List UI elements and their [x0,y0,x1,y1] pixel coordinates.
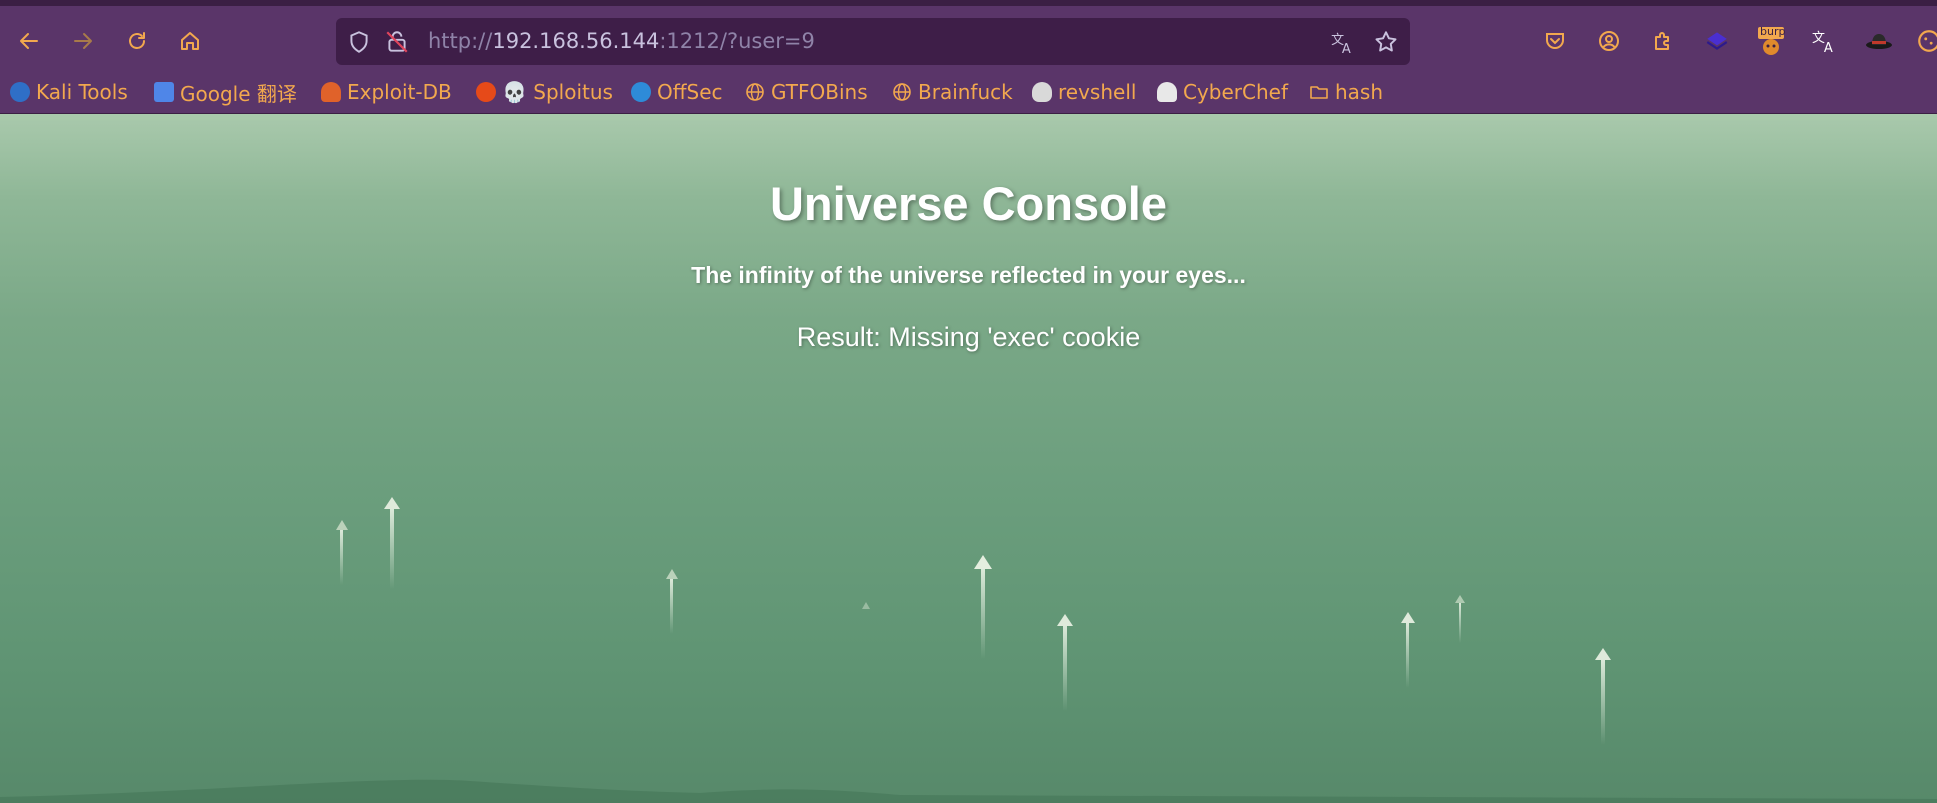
globe-icon [746,83,764,101]
bookmark-gtfobins[interactable]: GTFOBins [745,78,868,106]
burp-badge-text: burp [1760,25,1786,38]
hills-silhouette [0,779,1937,803]
particle [384,497,400,589]
offsec-icon [631,82,651,102]
cookie-extension-button[interactable] [1914,26,1937,56]
bookmark-google-translate[interactable]: Google 翻译 [154,78,297,106]
folder-icon [1310,86,1328,99]
skull-icon [1032,82,1052,102]
page-subtitle: The infinity of the universe reflected i… [691,262,1246,288]
bookmark-label: GTFOBins [771,80,868,104]
cookie-icon [1918,30,1937,52]
google-translate-icon [154,82,174,102]
bookmark-kali-tools[interactable]: Kali Tools [10,78,128,106]
hat-extension-button[interactable] [1864,26,1894,56]
arrow-right-icon [74,33,92,49]
particle [1455,595,1465,643]
bookmarks-toolbar: Kali Tools Google 翻译 Exploit-DB 💀 Sploit… [0,71,1937,114]
account-button[interactable] [1594,26,1624,56]
bookmark-brainfuck[interactable]: Brainfuck [892,78,1013,106]
url-text[interactable]: http://192.168.56.144:1212/?user=9 [428,29,815,53]
bookmark-label: Kali Tools [36,80,128,104]
wappalyzer-extension-button[interactable] [1702,26,1732,56]
url-prefix: http:// [428,29,493,53]
bookmark-cyberchef[interactable]: CyberChef [1157,78,1288,106]
arrow-left-icon [20,33,38,49]
insecure-lock-icon[interactable] [384,29,410,55]
puzzle-icon [1655,32,1669,50]
home-button[interactable] [171,22,209,60]
particle [666,569,678,634]
svg-text:A: A [1342,42,1351,55]
kali-icon [10,82,30,102]
page-content: Universe Console The infinity of the uni… [0,114,1937,803]
bookmark-label: Google 翻译 [180,81,297,106]
back-button[interactable] [10,22,48,60]
particle [862,602,870,609]
exploit-db-icon [321,82,341,102]
page-title: Universe Console [769,177,1168,230]
account-icon [1599,31,1619,51]
forward-button[interactable] [64,22,102,60]
skull-icon [476,82,496,102]
burp-extension-button[interactable]: burp [1756,25,1786,56]
bookmark-label: Brainfuck [918,80,1013,104]
particle [1401,612,1415,688]
home-icon [181,32,199,50]
bookmark-label: hash [1335,80,1384,104]
hat-icon [1866,34,1892,49]
translate-extension-icon: 文A [1812,31,1833,54]
reload-button[interactable] [118,22,156,60]
bookmark-label: CyberChef [1183,80,1289,104]
bookmark-label: revshell [1058,80,1137,104]
particle [974,555,992,659]
bookmark-label: OffSec [657,80,723,104]
extensions-button[interactable] [1648,26,1678,56]
bookmark-star-icon[interactable] [1373,29,1399,55]
url-bar[interactable]: http://192.168.56.144:1212/?user=9 文A [336,18,1410,65]
navigation-toolbar: http://192.168.56.144:1212/?user=9 文A bu… [0,6,1937,71]
particle [1595,648,1611,745]
bookmark-sploitus[interactable]: 💀 Sploitus [476,78,613,106]
svg-text:A: A [1824,41,1833,54]
pocket-button[interactable] [1540,26,1570,56]
shield-icon[interactable] [346,29,372,55]
particle [336,520,348,585]
pocket-icon [1546,33,1564,49]
bookmark-offsec[interactable]: OffSec [631,78,723,106]
chef-hat-icon [1157,82,1177,102]
url-host: 192.168.56.144 [492,29,660,53]
bookmark-folder-hash[interactable]: hash [1309,78,1383,106]
layers-icon [1706,32,1728,50]
bookmark-label: 💀 Sploitus [502,80,613,104]
translate-extension-button[interactable]: 文A [1810,26,1840,56]
reload-icon [129,32,145,49]
result-message: Result: Missing 'exec' cookie [796,322,1141,352]
url-path: :1212/?user=9 [659,29,815,53]
globe-icon [893,83,911,101]
bookmark-label: Exploit-DB [347,80,452,104]
bookmark-exploit-db[interactable]: Exploit-DB [321,78,452,106]
bookmark-revshell[interactable]: revshell [1032,78,1136,106]
translate-icon[interactable]: 文A [1330,29,1356,55]
particle [1057,614,1073,711]
